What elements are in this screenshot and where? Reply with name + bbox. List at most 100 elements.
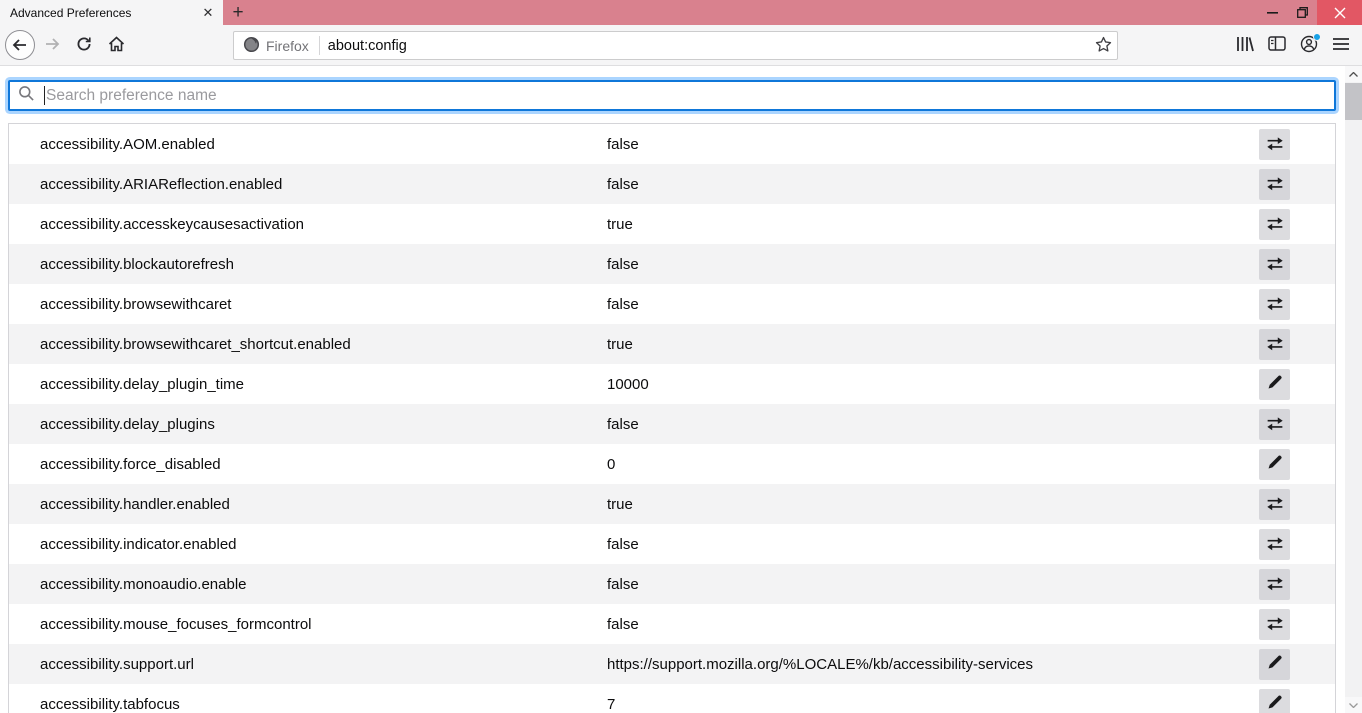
pref-value: false bbox=[607, 575, 639, 593]
pref-edit-button[interactable] bbox=[1259, 448, 1290, 480]
library-button[interactable] bbox=[1230, 29, 1260, 61]
tab-title: Advanced Preferences bbox=[10, 5, 132, 20]
pref-value: false bbox=[607, 255, 639, 273]
preferences-list: accessibility.AOM.enabled false accessib… bbox=[8, 123, 1336, 713]
account-notification-dot bbox=[1313, 33, 1321, 41]
pref-toggle-button[interactable] bbox=[1259, 568, 1290, 600]
pref-name: accessibility.indicator.enabled bbox=[40, 535, 237, 553]
pref-toggle-button[interactable] bbox=[1259, 208, 1290, 240]
pref-row: accessibility.ARIAReflection.enabled fal… bbox=[9, 164, 1335, 204]
toggle-icon bbox=[1265, 614, 1285, 635]
new-tab-button[interactable]: + bbox=[223, 0, 253, 25]
pref-value: false bbox=[607, 535, 639, 553]
pref-value: true bbox=[607, 335, 633, 353]
pref-row: accessibility.accesskeycausesactivation … bbox=[9, 204, 1335, 244]
toggle-icon bbox=[1265, 174, 1285, 195]
toggle-icon bbox=[1265, 134, 1285, 155]
bookmark-star-button[interactable] bbox=[1089, 33, 1117, 59]
pref-value: false bbox=[607, 615, 639, 633]
toggle-icon bbox=[1265, 294, 1285, 315]
pref-toggle-button[interactable] bbox=[1259, 488, 1290, 520]
window-close-button[interactable] bbox=[1317, 0, 1362, 25]
window-minimize-button[interactable] bbox=[1257, 0, 1287, 25]
forward-button[interactable] bbox=[36, 29, 68, 61]
pref-row: accessibility.delay_plugins false bbox=[9, 404, 1335, 444]
pref-value: true bbox=[607, 495, 633, 513]
menu-button[interactable] bbox=[1326, 29, 1356, 61]
home-button[interactable] bbox=[100, 29, 132, 61]
pref-name: accessibility.ARIAReflection.enabled bbox=[40, 175, 283, 193]
forward-icon bbox=[44, 37, 60, 54]
nav-toolbar: Firefox about:config bbox=[0, 25, 1362, 66]
titlebar-drag-area bbox=[253, 0, 1257, 25]
pref-toggle-button[interactable] bbox=[1259, 288, 1290, 320]
edit-pencil-icon bbox=[1266, 374, 1283, 394]
search-icon bbox=[18, 85, 35, 107]
window-restore-button[interactable] bbox=[1287, 0, 1317, 25]
pref-toggle-button[interactable] bbox=[1259, 328, 1290, 360]
pref-toggle-button[interactable] bbox=[1259, 528, 1290, 560]
site-identity-chip[interactable]: Firefox bbox=[234, 36, 319, 56]
sidebar-button[interactable] bbox=[1262, 29, 1292, 61]
pref-name: accessibility.monoaudio.enable bbox=[40, 575, 247, 593]
pref-name: accessibility.browsewithcaret_shortcut.e… bbox=[40, 335, 351, 353]
pref-row: accessibility.force_disabled 0 bbox=[9, 444, 1335, 484]
home-icon bbox=[108, 35, 125, 55]
pref-toggle-button[interactable] bbox=[1259, 168, 1290, 200]
pref-row: accessibility.indicator.enabled false bbox=[9, 524, 1335, 564]
pref-value: false bbox=[607, 295, 639, 313]
close-icon bbox=[1334, 7, 1346, 19]
edit-pencil-icon bbox=[1266, 694, 1283, 713]
sidebar-icon bbox=[1268, 36, 1286, 54]
pref-name: accessibility.AOM.enabled bbox=[40, 135, 215, 153]
vertical-scrollbar[interactable] bbox=[1345, 66, 1362, 713]
scroll-up-arrow-icon[interactable] bbox=[1345, 66, 1362, 82]
pref-name: accessibility.support.url bbox=[40, 655, 194, 673]
pref-value: https://support.mozilla.org/%LOCALE%/kb/… bbox=[607, 655, 1033, 673]
pref-name: accessibility.handler.enabled bbox=[40, 495, 230, 513]
scrollbar-thumb[interactable] bbox=[1345, 83, 1362, 120]
firefox-logo-icon bbox=[243, 36, 260, 56]
tab-close-icon[interactable]: ✕ bbox=[199, 4, 217, 22]
edit-pencil-icon bbox=[1266, 654, 1283, 674]
restore-icon bbox=[1296, 7, 1308, 18]
pref-toggle-button[interactable] bbox=[1259, 608, 1290, 640]
pref-row: accessibility.tabfocus 7 bbox=[9, 684, 1335, 713]
pref-name: accessibility.tabfocus bbox=[40, 695, 180, 713]
pref-name: accessibility.blockautorefresh bbox=[40, 255, 234, 273]
pref-row: accessibility.mouse_focuses_formcontrol … bbox=[9, 604, 1335, 644]
star-icon bbox=[1095, 36, 1112, 56]
text-caret bbox=[44, 86, 45, 105]
pref-value: false bbox=[607, 135, 639, 153]
tab-advanced-preferences[interactable]: Advanced Preferences ✕ bbox=[0, 0, 223, 25]
reload-icon bbox=[76, 36, 92, 55]
back-button[interactable] bbox=[4, 29, 36, 61]
pref-value: true bbox=[607, 215, 633, 233]
pref-toggle-button[interactable] bbox=[1259, 248, 1290, 280]
pref-name: accessibility.delay_plugin_time bbox=[40, 375, 244, 393]
search-input[interactable]: Search preference name bbox=[8, 80, 1336, 111]
pref-row: accessibility.browsewithcaret false bbox=[9, 284, 1335, 324]
pref-row: accessibility.monoaudio.enable false bbox=[9, 564, 1335, 604]
scroll-down-arrow-icon[interactable] bbox=[1345, 697, 1362, 713]
pref-toggle-button[interactable] bbox=[1259, 408, 1290, 440]
url-bar[interactable]: Firefox about:config bbox=[233, 31, 1118, 60]
pref-edit-button[interactable] bbox=[1259, 688, 1290, 713]
reload-button[interactable] bbox=[68, 29, 100, 61]
search-placeholder: Search preference name bbox=[46, 86, 217, 104]
hamburger-menu-icon bbox=[1333, 37, 1349, 54]
toggle-icon bbox=[1265, 254, 1285, 275]
pref-edit-button[interactable] bbox=[1259, 368, 1290, 400]
edit-pencil-icon bbox=[1266, 454, 1283, 474]
pref-value: false bbox=[607, 175, 639, 193]
toggle-icon bbox=[1265, 494, 1285, 515]
pref-row: accessibility.delay_plugin_time 10000 bbox=[9, 364, 1335, 404]
pref-row: accessibility.support.url https://suppor… bbox=[9, 644, 1335, 684]
toggle-icon bbox=[1265, 574, 1285, 595]
library-icon bbox=[1236, 36, 1254, 55]
pref-edit-button[interactable] bbox=[1259, 648, 1290, 680]
brand-label: Firefox bbox=[266, 37, 309, 54]
pref-value: 0 bbox=[607, 455, 616, 473]
pref-row: accessibility.blockautorefresh false bbox=[9, 244, 1335, 284]
pref-toggle-button[interactable] bbox=[1259, 128, 1290, 160]
